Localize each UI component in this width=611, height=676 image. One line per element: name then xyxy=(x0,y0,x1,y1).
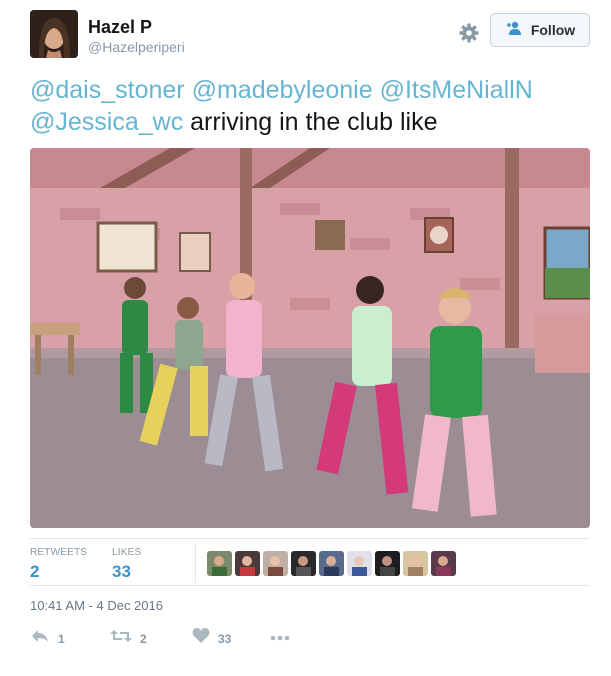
tweet-stats: RETWEETS 2 LIKES 33 xyxy=(30,538,590,586)
mention-link[interactable]: @Jessica_wc xyxy=(30,108,183,136)
user-handle[interactable]: @Hazelperiperi xyxy=(88,38,185,56)
likes-count: 33 xyxy=(112,562,131,581)
like-button[interactable]: 33 xyxy=(192,628,231,649)
liker-avatar[interactable] xyxy=(347,551,372,576)
like-count: 33 xyxy=(218,631,232,646)
reply-icon xyxy=(30,628,50,649)
tweet-timestamp[interactable]: 10:41 AM - 4 Dec 2016 xyxy=(30,598,163,613)
retweet-button[interactable]: 2 xyxy=(110,628,147,649)
likes-label: LIKES xyxy=(112,547,142,558)
user-avatar[interactable] xyxy=(30,10,78,58)
liker-avatar[interactable] xyxy=(207,551,232,576)
follow-person-icon xyxy=(505,21,525,40)
liker-avatar[interactable] xyxy=(403,551,428,576)
retweets-label: RETWEETS xyxy=(30,547,88,558)
tweet-actions: 1 2 33 xyxy=(30,628,590,654)
tweet-media-video[interactable] xyxy=(30,148,590,528)
liker-avatars xyxy=(207,551,456,576)
liker-avatar[interactable] xyxy=(375,551,400,576)
reply-button[interactable]: 1 xyxy=(30,628,65,649)
likes-stat[interactable]: LIKES 33 xyxy=(112,547,141,583)
mention-link[interactable]: @madebyleonie xyxy=(192,76,373,104)
more-dots-icon xyxy=(270,628,290,646)
liker-avatar[interactable] xyxy=(319,551,344,576)
retweets-count: 2 xyxy=(30,562,40,581)
liker-avatar[interactable] xyxy=(431,551,456,576)
liker-avatar[interactable] xyxy=(263,551,288,576)
follow-button[interactable]: Follow xyxy=(490,13,590,47)
follow-button-label: Follow xyxy=(530,22,576,38)
tweet-header: Hazel P @Hazelperiperi Follow xyxy=(30,10,590,62)
tweet-body-text: arriving in the club like xyxy=(190,108,438,136)
reply-count: 1 xyxy=(58,631,65,646)
heart-icon xyxy=(192,628,210,649)
liker-avatar[interactable] xyxy=(291,551,316,576)
mention-link[interactable]: @ItsMeNiallN xyxy=(380,76,533,104)
display-name[interactable]: Hazel P xyxy=(88,16,185,38)
liker-avatar[interactable] xyxy=(235,551,260,576)
gear-icon[interactable] xyxy=(458,22,480,44)
more-options-button[interactable] xyxy=(270,628,290,646)
mention-link[interactable]: @dais_stoner xyxy=(30,76,185,104)
retweet-icon xyxy=(110,628,132,649)
user-names: Hazel P @Hazelperiperi xyxy=(88,16,185,56)
stats-divider xyxy=(195,543,196,583)
retweet-count: 2 xyxy=(140,631,147,646)
retweets-stat[interactable]: RETWEETS 2 xyxy=(30,547,87,583)
tweet-text: @dais_stoner @madebyleonie @ItsMeNiallN … xyxy=(30,74,590,138)
